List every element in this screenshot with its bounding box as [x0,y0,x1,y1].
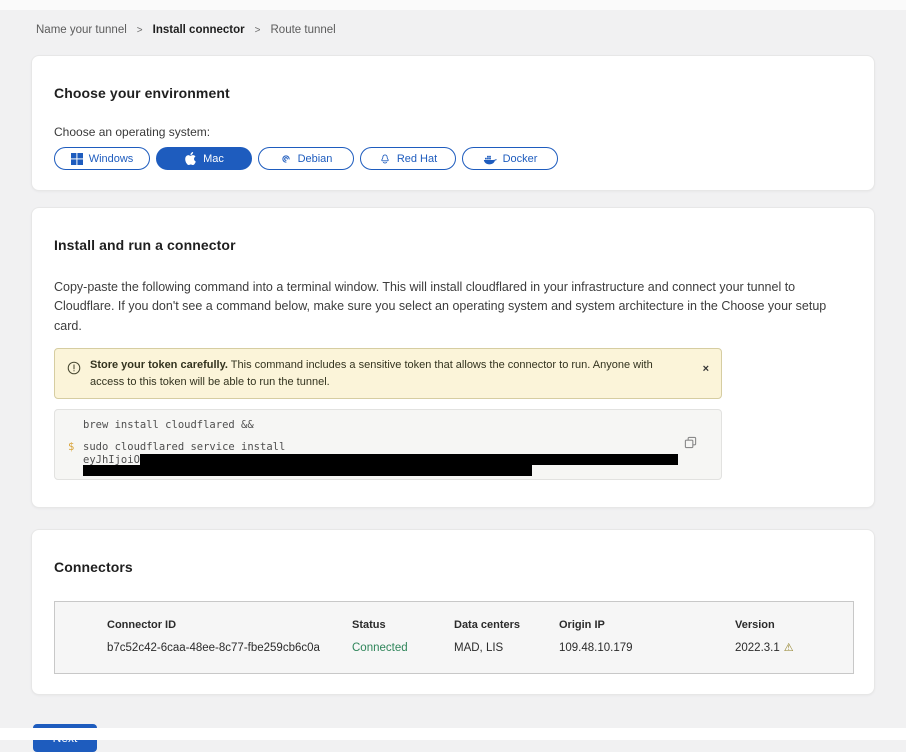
code-line-brew: brew install cloudflared && [83,419,721,431]
install-connector-card: Install and run a connector Copy-paste t… [31,207,875,508]
os-button-label: Mac [203,153,224,165]
version-value: 2022.3.1 ⚠ [735,641,853,654]
install-card-title: Install and run a connector [54,237,852,253]
os-button-windows[interactable]: Windows [54,147,150,170]
breadcrumb: Name your tunnel > Install connector > R… [36,24,906,36]
os-button-redhat[interactable]: Red Hat [360,147,456,170]
breadcrumb-route-tunnel[interactable]: Route tunnel [271,24,336,36]
warning-bold-text: Store your token carefully. [90,359,228,371]
connectors-table-header: Connector ID Status Data centers Origin … [107,619,853,631]
table-row: b7c52c42-6caa-48ee-8c77-fbe259cb6c0a Con… [107,641,853,654]
shell-prompt: $ [68,441,74,453]
windows-icon [71,153,83,165]
col-header-connector-id: Connector ID [107,619,352,631]
os-select-label: Choose an operating system: [54,125,852,139]
environment-card: Choose your environment Choose an operat… [31,55,875,191]
col-header-version: Version [735,619,853,631]
os-button-label: Windows [89,153,134,165]
token-line: eyJhIjoiO [83,454,721,465]
connectors-table: Connector ID Status Data centers Origin … [54,601,854,674]
os-button-label: Debian [298,153,333,165]
os-button-label: Red Hat [397,153,437,165]
os-button-docker[interactable]: Docker [462,147,558,170]
os-button-mac[interactable]: Mac [156,147,252,170]
close-icon[interactable]: × [703,364,709,375]
data-centers-value: MAD, LIS [454,642,559,654]
token-warning-banner: Store your token carefully. This command… [54,348,722,399]
redhat-icon [379,153,391,165]
status-badge: Connected [352,642,454,654]
col-header-origin-ip: Origin IP [559,619,735,631]
docker-icon [483,153,497,165]
origin-ip-value: 109.48.10.179 [559,642,735,654]
col-header-data-centers: Data centers [454,619,559,631]
os-button-label: Docker [503,153,538,165]
connectors-card: Connectors Connector ID Status Data cent… [31,529,875,695]
environment-card-title: Choose your environment [54,85,852,101]
breadcrumb-separator: > [255,25,261,36]
connector-id-value: b7c52c42-6caa-48ee-8c77-fbe259cb6c0a [107,642,352,654]
token-prefix: eyJhIjoiO [83,454,140,466]
copy-icon[interactable] [684,436,697,452]
breadcrumb-name-your-tunnel[interactable]: Name your tunnel [36,24,127,36]
apple-icon [184,152,197,165]
debian-icon [280,153,292,165]
code-line-sudo-text: sudo cloudflared service install [83,441,285,453]
install-description: Copy-paste the following command into a … [54,278,854,336]
page-bottom-strip [0,728,906,740]
redacted-token-bar [83,465,532,476]
connectors-card-title: Connectors [54,559,852,575]
col-header-status: Status [352,619,454,631]
page-top-strip [0,0,906,10]
warning-triangle-icon: ⚠ [784,641,794,654]
os-button-debian[interactable]: Debian [258,147,354,170]
breadcrumb-separator: > [137,25,143,36]
redacted-token-bar [140,454,678,465]
alert-circle-icon [67,361,81,381]
install-command-code-block: brew install cloudflared && $ sudo cloud… [54,409,722,480]
breadcrumb-install-connector[interactable]: Install connector [153,24,245,36]
version-number: 2022.3.1 [735,642,780,654]
os-button-group: Windows Mac Debian [54,147,852,170]
code-line-sudo: $ sudo cloudflared service install [83,441,721,453]
